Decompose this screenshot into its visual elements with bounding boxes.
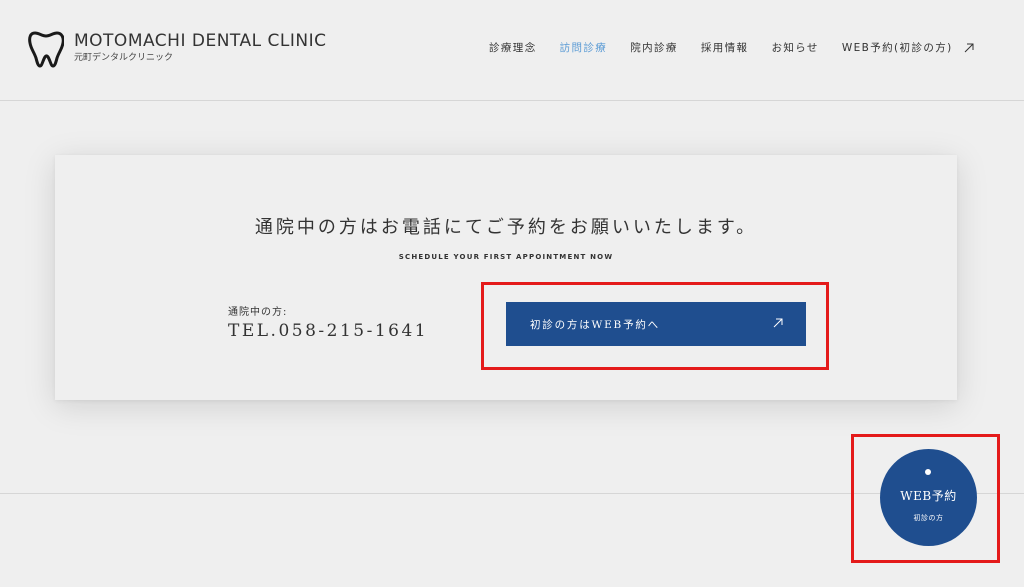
nav-item-home-visit[interactable]: 訪問診療: [560, 40, 608, 55]
tel-number[interactable]: TEL.058-215-1641: [228, 321, 428, 341]
nav-item-in-clinic[interactable]: 院内診療: [630, 40, 678, 55]
nav-item-recruit[interactable]: 採用情報: [701, 40, 749, 55]
nav-item-philosophy[interactable]: 診療理念: [489, 40, 537, 55]
logo-subtitle: 元町デンタルクリニック: [74, 53, 174, 63]
site-header: MOTOMACHI DENTAL CLINIC 元町デンタルクリニック 診療理念…: [0, 0, 1024, 101]
card-subtitle: SCHEDULE YOUR FIRST APPOINTMENT NOW: [398, 253, 614, 261]
site-logo[interactable]: MOTOMACHI DENTAL CLINIC 元町デンタルクリニック: [28, 30, 326, 68]
tooth-icon: [28, 31, 64, 68]
highlight-box-button: [481, 282, 829, 370]
card-title: 通院中の方はお電話にてご予約をお願いいたします。: [254, 217, 758, 238]
highlight-box-fab: [851, 434, 1000, 563]
nav-item-news[interactable]: お知らせ: [771, 40, 818, 55]
logo-title: MOTOMACHI DENTAL CLINIC: [74, 31, 327, 51]
tel-label: 通院中の方:: [228, 307, 288, 318]
nav-item-web-booking[interactable]: WEB予約(初診の方): [842, 40, 953, 55]
page: MOTOMACHI DENTAL CLINIC 元町デンタルクリニック 診療理念…: [0, 0, 1024, 587]
external-arrow-icon[interactable]: [963, 42, 975, 54]
main-nav: 診療理念 訪問診療 院内診療 採用情報 お知らせ WEB予約(初診の方): [489, 40, 975, 55]
